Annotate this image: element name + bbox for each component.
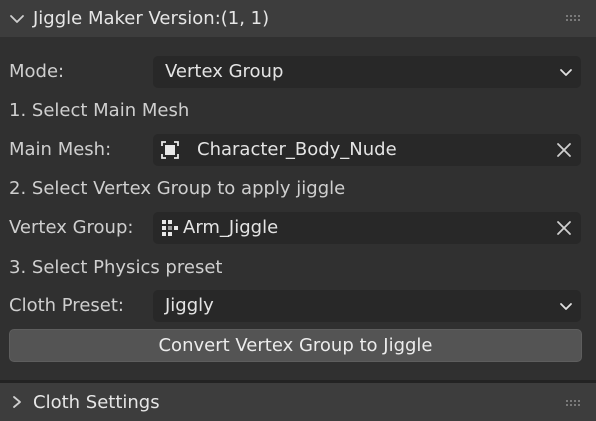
close-icon[interactable] [556,220,572,236]
cloth-preset-value: Jiggly [165,295,214,316]
cloth-settings-panel-header[interactable]: Cloth Settings [0,383,596,421]
step-3-heading: 3. Select Physics preset [9,257,223,278]
main-mesh-field[interactable]: Character_Body_Nude [153,134,581,166]
cloth-preset-dropdown[interactable]: Jiggly [153,290,581,322]
vertex-group-icon [162,220,178,236]
chevron-down-icon [560,69,572,76]
convert-button-label: Convert Vertex Group to Jiggle [158,335,433,356]
vertex-group-field[interactable]: Arm_Jiggle [153,212,581,244]
chevron-down-icon [560,303,572,310]
step-1-heading: 1. Select Main Mesh [9,100,190,121]
drag-handle-icon[interactable] [566,15,580,21]
main-mesh-label: Main Mesh: [9,139,112,160]
convert-vertex-group-button[interactable]: Convert Vertex Group to Jiggle [9,329,582,362]
panel-title: Jiggle Maker Version:(1, 1) [33,8,270,29]
vertex-group-value: Arm_Jiggle [183,217,279,238]
cloth-settings-title: Cloth Settings [33,392,160,413]
vertex-group-label: Vertex Group: [9,217,134,238]
mode-dropdown[interactable]: Vertex Group [153,56,581,88]
step-2-heading: 2. Select Vertex Group to apply jiggle [9,178,346,199]
chevron-right-icon [13,396,21,408]
mode-value: Vertex Group [165,61,284,82]
main-mesh-value: Character_Body_Nude [197,139,397,160]
close-icon[interactable] [556,142,572,158]
mode-label: Mode: [9,61,65,82]
cloth-preset-label: Cloth Preset: [9,295,124,316]
chevron-down-icon [10,15,24,23]
mesh-object-icon [161,141,179,159]
drag-handle-icon[interactable] [566,400,580,406]
jiggle-maker-panel-header[interactable]: Jiggle Maker Version:(1, 1) [0,0,596,37]
